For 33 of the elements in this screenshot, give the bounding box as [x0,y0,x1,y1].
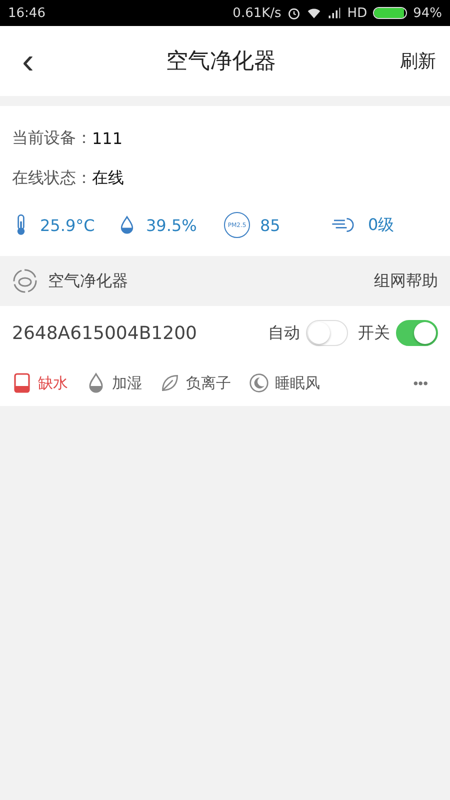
back-button[interactable]: ‹ [14,43,42,79]
battery-percent: 94% [413,6,442,20]
help-link[interactable]: 组网帮助 [374,270,438,292]
status-time: 16:46 [8,6,46,20]
device-id: 2648A615004B1200 [12,322,198,344]
network-speed: 0.61K/s [232,6,282,20]
water-drop-icon [118,213,136,237]
section-title: 空气净化器 [48,270,129,292]
feature-label[interactable]: 负离子 [186,374,231,392]
alarm-icon [287,6,302,20]
info-value: 在线 [92,168,124,188]
sensor-value: 85 [260,216,280,234]
feature-label[interactable]: 缺水 [38,374,68,392]
refresh-button[interactable]: 刷新 [400,49,436,73]
toggle-switch[interactable] [306,320,348,346]
toggle-switch[interactable] [396,320,438,346]
purifier-icon [12,268,38,294]
info-label: 当前设备： [12,128,92,148]
info-value: 111 [92,128,123,148]
toggle-label: 自动 [268,322,300,344]
wifi-icon [307,6,322,20]
sensor-value: 25.9°C [40,216,95,234]
more-button[interactable]: ••• [403,375,438,391]
sensor-value: 39.5% [146,216,197,234]
toggle-label: 开关 [358,322,390,344]
info-label: 在线状态： [12,168,92,188]
feature-label[interactable]: 加湿 [112,374,142,392]
sensor-value: 0级 [368,214,394,236]
battery-icon [373,7,408,19]
network-type: HD [347,6,368,20]
signal-icon [327,6,342,20]
feature-label[interactable]: 睡眠风 [275,374,320,392]
page-title: 空气净化器 [166,48,276,76]
